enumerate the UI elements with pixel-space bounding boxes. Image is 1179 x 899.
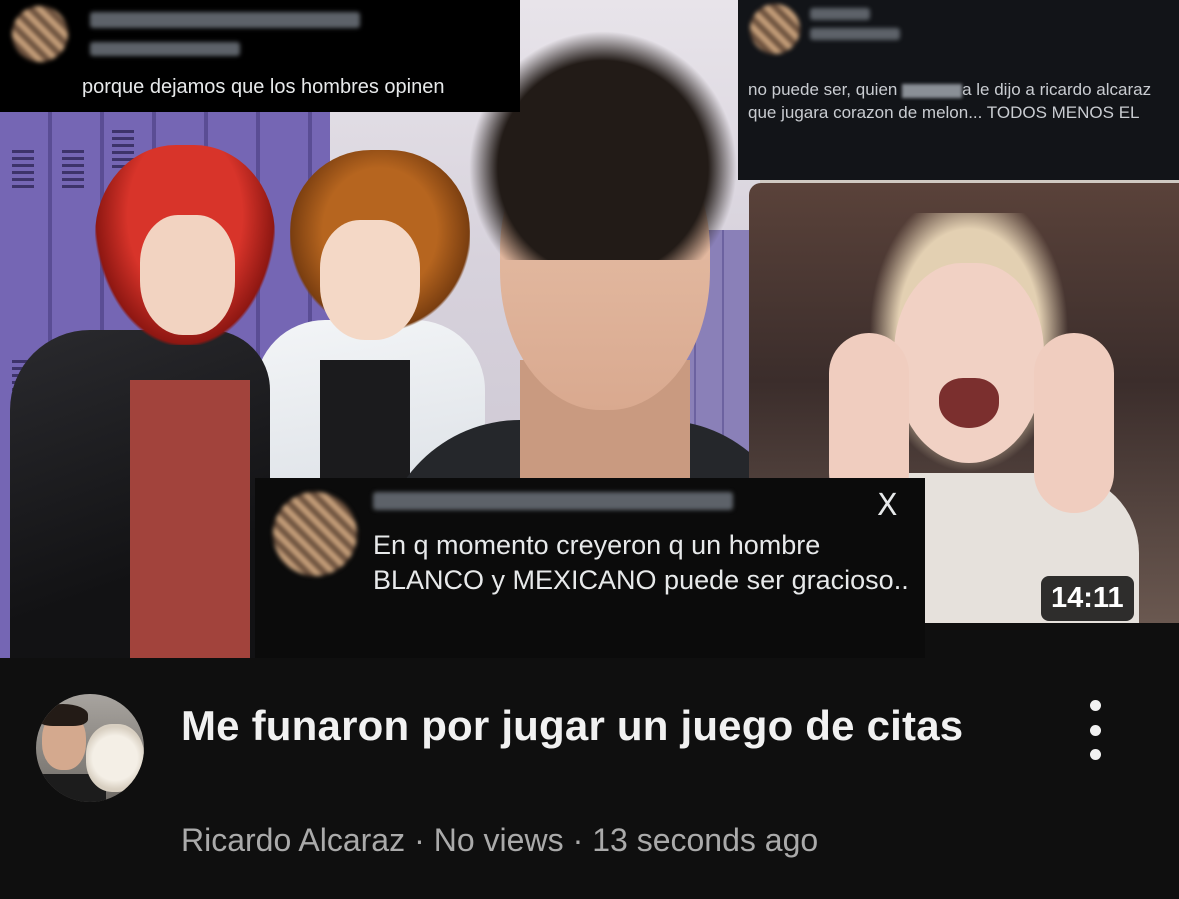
blurred-avatar	[12, 6, 68, 62]
blurred-username	[90, 12, 360, 28]
anime-character-red-shirt	[130, 380, 250, 658]
anime-character-red-face	[140, 215, 235, 335]
anime-character-brown-face	[320, 220, 420, 340]
tweet-top-left: porque dejamos que los hombres opinen	[0, 0, 520, 112]
tweet-text: En q momento creyeron q un hombre BLANCO…	[373, 530, 909, 595]
redacted-word	[902, 83, 963, 98]
blurred-username	[810, 8, 870, 20]
upload-age: 13 seconds ago	[592, 822, 819, 858]
video-thumbnail[interactable]: porque dejamos que los hombres opinen no…	[0, 0, 1179, 658]
avatar-dog	[86, 724, 144, 792]
thumbnail-edge	[925, 623, 1179, 658]
meta-separator: ·	[572, 822, 584, 858]
tweet-text: no puede ser, quien a le dijo a ricardo …	[748, 78, 1168, 124]
tweet-text: porque dejamos que los hombres opinen	[82, 76, 445, 98]
x-logo-icon: X	[877, 488, 898, 523]
meta-separator: ·	[414, 822, 425, 858]
person-face	[894, 263, 1044, 463]
person-hand-right	[1034, 333, 1114, 513]
tweet-bottom: X En q momento creyeron q un hombre BLAN…	[255, 478, 925, 658]
blurred-username	[373, 492, 733, 510]
video-title[interactable]: Me funaron por jugar un juego de citas	[181, 698, 1041, 754]
blurred-handle	[90, 42, 240, 56]
more-vert-icon[interactable]	[1078, 700, 1112, 760]
blurred-avatar	[750, 4, 800, 54]
channel-avatar[interactable]	[36, 694, 144, 802]
view-count: No views	[433, 822, 564, 858]
duration-badge: 14:11	[1041, 576, 1134, 621]
blurred-handle	[810, 28, 900, 40]
dot	[1089, 749, 1101, 760]
video-metadata: Ricardo Alcaraz · No views · 13 seconds ago	[181, 822, 818, 859]
tweet-text-part-1: no puede ser, quien	[748, 80, 898, 99]
tweet-top-right: no puede ser, quien a le dijo a ricardo …	[738, 0, 1179, 180]
channel-name[interactable]: Ricardo Alcaraz	[181, 822, 405, 858]
person-mouth	[939, 378, 999, 428]
dot	[1089, 724, 1101, 736]
avatar-hair	[38, 704, 88, 726]
dot	[1089, 700, 1101, 711]
blurred-avatar	[273, 492, 357, 576]
